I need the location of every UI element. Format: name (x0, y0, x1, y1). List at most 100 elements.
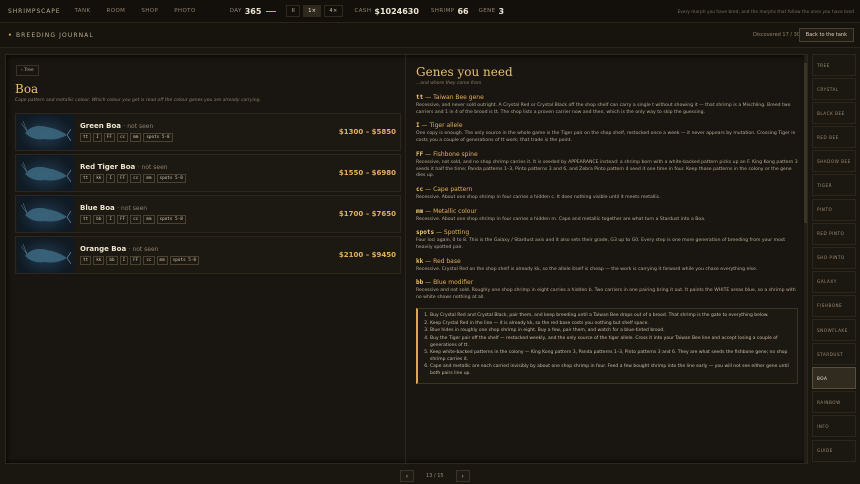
gene-name: — Fishbone spine (425, 150, 478, 158)
tab-galaxy[interactable]: GALAXY (812, 270, 856, 293)
tab-sho-pinto[interactable]: SHO PINTO (812, 246, 856, 269)
scrollbar[interactable] (804, 55, 807, 463)
tree-button[interactable]: ‹ Tree (16, 65, 39, 76)
top-bar: SHRIMPSCAPE TANK ROOM SHOP PHOTO DAY 365… (0, 0, 860, 23)
tab-tree[interactable]: TREE (812, 54, 856, 76)
gene-chips: tt kk I FF cc mm spots 5-8 (80, 174, 186, 183)
gene-chip: FF (103, 133, 115, 142)
tab-tiger[interactable]: TIGER (812, 174, 856, 197)
variant-status: · not seen (137, 164, 168, 171)
gene-chip: spots 5-8 (169, 256, 200, 265)
shrimp-thumbnail (17, 237, 74, 273)
cash-stat: CASH $1024630 (355, 7, 419, 16)
variant-info: Green Boa · not seen tt I FF cc mm spots 5-8 (80, 122, 173, 142)
gene-chip: spots 5-8 (156, 215, 186, 224)
gene-chip: FF (116, 215, 129, 224)
tab-red-bee[interactable]: RED BEE (812, 126, 856, 149)
journal-book: ‹ Tree Boa Cape pattern and metallic col… (5, 54, 808, 464)
gene-code: tt (416, 94, 424, 101)
gene-heading: cc — Cape pattern (416, 186, 798, 193)
tab-fishbone[interactable]: FISHBONE (812, 294, 856, 317)
variant-row[interactable]: Orange Boa · not seen tt kk bb I FF cc mm spots … (15, 236, 401, 274)
gene-chip: tt (80, 256, 92, 265)
gene-chips: tt bb I FF cc mm spots 5-8 (80, 215, 186, 224)
gene-description: Recessive and not sold. Roughly one shop… (416, 288, 796, 301)
tab-guide[interactable]: GUIDE (812, 439, 856, 462)
gene-entry: bb — Blue modifier Recessive and not sold… (416, 279, 798, 301)
gene-chip: spots 5-8 (143, 133, 173, 142)
back-to-tank-button[interactable]: Back to the tank (798, 28, 854, 42)
app-logo: SHRIMPSCAPE (8, 7, 61, 15)
variant-row[interactable]: Green Boa · not seen tt I FF cc mm spots 5-8 $1… (15, 113, 401, 151)
step-item: Keep white-backed patterns in the colony… (430, 350, 793, 363)
gene-chip: spots 5-8 (156, 174, 186, 183)
bullet-icon: • (8, 31, 13, 39)
gene-heading: I — Tiger allele (416, 122, 798, 129)
step-item: Keep Crystal Red in the line — it is alr… (430, 321, 793, 327)
prev-page-button[interactable]: ‹ (400, 470, 414, 482)
gene-heading: FF — Fishbone spine (416, 151, 798, 158)
tab-info[interactable]: INFO (812, 415, 856, 438)
shrimp-thumbnail (17, 114, 74, 150)
gene-chip: FF (116, 174, 129, 183)
variant-price: $2100 – $9450 (338, 251, 396, 259)
variant-name: Blue Boa · not seen (80, 204, 186, 212)
pause-button[interactable]: II (286, 5, 301, 17)
scrollbar-thumb[interactable] (804, 63, 807, 223)
tab-rainbow[interactable]: RAINBOW (812, 391, 856, 414)
speed-4x-button[interactable]: 4× (324, 5, 343, 17)
speed-1x-button[interactable]: 1× (303, 5, 322, 17)
left-page: ‹ Tree Boa Cape pattern and metallic col… (6, 55, 406, 463)
gene-code: spots (416, 229, 435, 237)
gene-chip: cc (130, 174, 142, 183)
gene-heading: spots — Spotting (416, 229, 798, 236)
nav-photo[interactable]: PHOTO (174, 8, 195, 14)
gene-name: — Spotting (435, 229, 470, 237)
shrimp-thumbnail (17, 155, 74, 191)
gene-chip: I (93, 133, 102, 142)
tab-snowflake[interactable]: SNOWFLAKE (812, 319, 856, 342)
cash-value: $1024630 (374, 6, 419, 16)
gene-heading: bb — Blue modifier (416, 279, 798, 286)
tab-crystal[interactable]: CRYSTAL (812, 78, 856, 101)
gene-chip: tt (80, 174, 92, 183)
gene-entry: spots — Spotting Four loci again, 0 to 8.… (416, 229, 798, 251)
tab-boa[interactable]: BOA (812, 367, 856, 390)
gene-code: I (416, 122, 420, 130)
variant-price: $1700 – $7650 (338, 210, 396, 218)
variant-row[interactable]: Red Tiger Boa · not seen tt kk I FF cc mm spots… (15, 154, 401, 192)
nav-tank[interactable]: TANK (74, 8, 90, 14)
variant-info: Red Tiger Boa · not seen tt kk I FF cc mm spots… (80, 163, 186, 183)
gene-entry: kk — Red base Recessive. Crystal Red on t… (416, 258, 798, 274)
right-page: Genes you need ...and where they come fr… (408, 55, 806, 463)
tab-shadow-bee[interactable]: SHADOW BEE (812, 150, 856, 173)
variant-name: Orange Boa · not seen (80, 245, 199, 253)
gene-name: — Blue modifier (425, 279, 474, 287)
tab-red-pinto[interactable]: RED PINTO (812, 222, 856, 245)
journal-header: • BREEDING JOURNAL Discovered 17 / 30 Bac… (0, 23, 860, 48)
tab-stardust[interactable]: STARDUST (812, 343, 856, 366)
nav-shop[interactable]: SHOP (141, 8, 158, 14)
cash-label: CASH (354, 8, 372, 14)
gene-name: — Red base (425, 257, 461, 265)
variant-status: · not seen (128, 246, 159, 253)
tab-pinto[interactable]: PINTO (812, 198, 856, 221)
gene-description: One copy is enough. The only source in t… (416, 131, 796, 144)
variant-name-text: Orange Boa (80, 245, 127, 253)
step-item: Cape and metallic are each carried invis… (430, 364, 793, 377)
top-hint: Every morph you have bred, and the morph… (677, 8, 854, 14)
pager: ‹ 13 / 15 › (400, 470, 470, 482)
journal-title-text: BREEDING JOURNAL (15, 31, 94, 39)
speed-controls: II 1× 4× (286, 5, 343, 17)
next-page-button[interactable]: › (455, 470, 470, 482)
gene-heading: mm — Metallic colour (416, 208, 798, 215)
gene-heading: kk — Red base (416, 258, 798, 265)
variant-row[interactable]: Blue Boa · not seen tt bb I FF cc mm spots 5-8 $… (15, 195, 401, 233)
nav-room[interactable]: ROOM (107, 8, 126, 14)
gene-entry: mm — Metallic colour Recessive. About one… (416, 208, 798, 224)
genes-title: Genes you need (416, 65, 513, 79)
variant-name-text: Green Boa (80, 122, 121, 130)
tab-black-bee[interactable]: BLACK BEE (812, 102, 856, 125)
variant-name: Green Boa · not seen (80, 122, 173, 130)
discovered-count: Discovered 17 / 30 (752, 32, 800, 38)
